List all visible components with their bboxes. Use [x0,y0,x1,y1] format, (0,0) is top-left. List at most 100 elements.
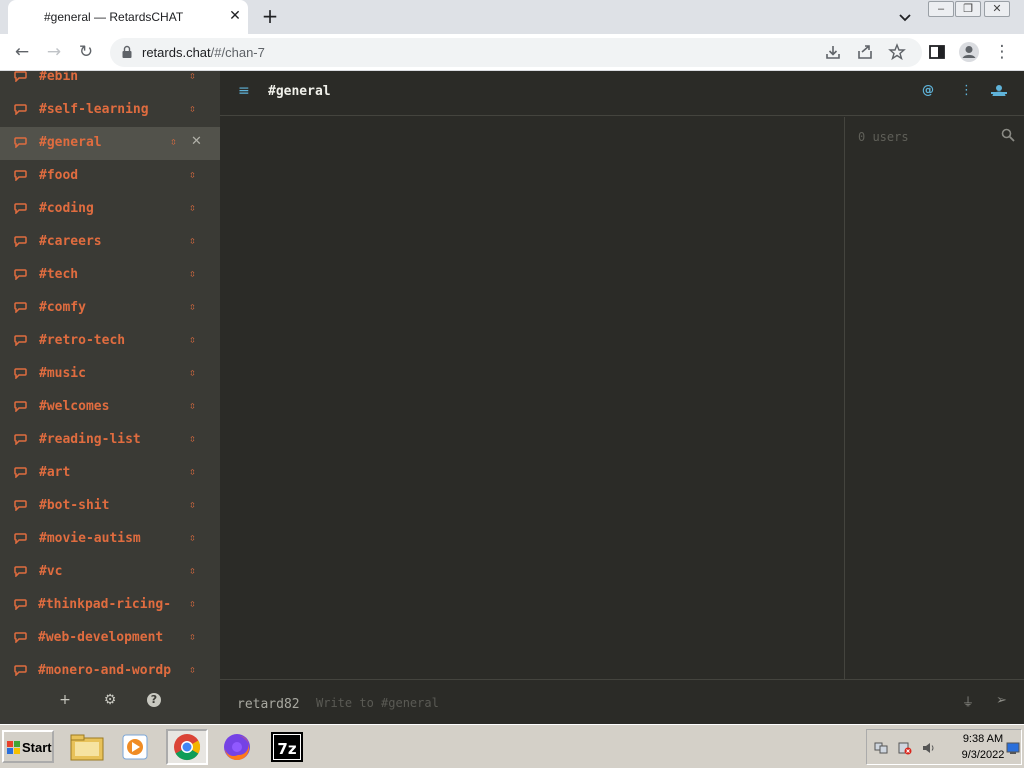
side-panel-icon[interactable] [928,43,946,61]
profile-avatar-icon[interactable] [958,41,980,63]
channel-speech-icon [14,71,27,82]
browser-tab[interactable]: #general — RetardsCHAT ✕ [8,0,248,34]
sidebar-channel-item[interactable]: #comfy ⇳ [0,292,220,325]
channel-name: #tech [39,267,79,282]
volume-icon[interactable] [922,741,936,755]
channel-settings-icon[interactable]: ⇳ [189,168,196,181]
security-alert-icon[interactable] [898,741,912,755]
svg-text:7z: 7z [277,740,296,758]
close-window-button[interactable]: ✕ [984,1,1010,17]
channel-name: #movie-autism [39,531,141,546]
start-label: Start [22,740,52,755]
sidebar-channel-item[interactable]: #welcomes ⇳ [0,391,220,424]
channel-name: #self-learning [39,102,149,117]
leave-channel-icon[interactable]: ✕ [191,134,202,149]
system-tray: 9:38 AM 9/3/2022 [866,729,1022,765]
channel-settings-icon[interactable]: ⇳ [189,71,196,82]
more-options-icon[interactable]: ⋮ [960,83,973,98]
channel-settings-icon[interactable]: ⇳ [189,399,196,412]
show-desktop-icon[interactable] [1006,741,1020,755]
own-nickname[interactable]: retard82 [237,697,300,712]
sidebar-channel-item[interactable]: #coding ⇳ [0,193,220,226]
send-icon[interactable]: ➢ [996,693,1007,708]
minimize-button[interactable]: – [928,1,954,17]
channel-settings-icon[interactable]: ⇳ [189,267,196,280]
restore-button[interactable]: ❐ [955,1,981,17]
channel-speech-icon [14,236,27,247]
channel-name: #monero-and-wordp [38,663,172,678]
sidebar-channel-item[interactable]: #vc ⇳ [0,556,220,589]
network-icon[interactable] [874,741,888,755]
sidebar-channel-item[interactable]: #retro-tech ⇳ [0,325,220,358]
clock-time[interactable]: 9:38 AM [953,733,1013,745]
settings-gear-icon[interactable]: ⚙ [102,692,118,708]
help-icon[interactable]: ? [147,693,161,707]
add-channel-button[interactable]: + [57,692,73,708]
channel-settings-icon[interactable]: ⇳ [189,333,196,346]
sidebar-channel-item[interactable]: #thinkpad-ricing- ⇳ [0,589,220,622]
channel-settings-icon[interactable]: ⇳ [189,663,196,676]
browser-tab-strip: #general — RetardsCHAT ✕ + – ❐ ✕ [0,0,1024,34]
channel-settings-icon[interactable]: ⇳ [189,564,196,577]
sidebar-toggle-icon[interactable]: ≡ [238,83,250,99]
message-input[interactable] [316,692,946,714]
channel-settings-icon[interactable]: ⇳ [189,630,196,643]
start-button[interactable]: Start [2,730,54,763]
firefox-icon[interactable] [216,729,258,765]
sidebar-channel-item[interactable]: #movie-autism ⇳ [0,523,220,556]
channel-settings-icon[interactable]: ⇳ [189,366,196,379]
channel-header: ≡ #general @ ⋮ [220,71,1024,116]
address-bar[interactable]: retards.chat/#/chan-7 [110,38,922,67]
message-composer: retard82 ⏚ ➢ [220,679,1024,724]
channel-name: #welcomes [39,399,110,414]
users-toggle-icon[interactable] [991,84,1007,98]
bookmark-star-icon[interactable] [888,43,906,61]
tab-close-icon[interactable]: ✕ [226,7,244,25]
channel-settings-icon[interactable]: ⇳ [189,102,196,115]
sidebar-channel-item[interactable]: #art ⇳ [0,457,220,490]
reload-icon[interactable]: ↻ [74,40,98,64]
channel-settings-icon[interactable]: ⇳ [189,531,196,544]
channel-settings-icon[interactable]: ⇳ [189,432,196,445]
sidebar-channel-item[interactable]: #general ⇳ ✕ [0,127,220,160]
forward-arrow-icon[interactable]: → [42,40,66,64]
chrome-taskbar-button[interactable] [166,729,208,765]
new-tab-button[interactable]: + [259,5,281,27]
file-explorer-icon[interactable] [66,729,108,765]
browser-menu-icon[interactable]: ⋮ [990,40,1014,64]
channel-speech-icon [14,137,27,148]
lock-icon [122,45,132,58]
channel-settings-icon[interactable]: ⇳ [189,465,196,478]
channel-speech-icon [14,269,27,280]
sidebar-channel-item[interactable]: #reading-list ⇳ [0,424,220,457]
channel-settings-icon[interactable]: ⇳ [189,201,196,214]
sidebar-channel-item[interactable]: #ebin ⇳ [0,71,220,94]
sidebar-channel-item[interactable]: #music ⇳ [0,358,220,391]
channel-settings-icon[interactable]: ⇳ [189,234,196,247]
channel-settings-icon[interactable]: ⇳ [170,135,177,148]
sidebar-channel-item[interactable]: #bot-shit ⇳ [0,490,220,523]
channel-speech-icon [14,401,27,412]
channel-settings-icon[interactable]: ⇳ [189,300,196,313]
clock-date[interactable]: 9/3/2022 [953,749,1013,761]
mentions-icon[interactable]: @ [922,83,934,97]
channel-name: #web-development [38,630,164,645]
user-count: 0 users [858,130,909,144]
channel-sidebar: #ebin ⇳ #self-learning ⇳ #general ⇳ ✕ #food ⇳ #co… [0,71,220,724]
channel-settings-icon[interactable]: ⇳ [189,498,196,511]
share-icon[interactable] [856,43,874,61]
sidebar-channel-item[interactable]: #food ⇳ [0,160,220,193]
sidebar-channel-item[interactable]: #self-learning ⇳ [0,94,220,127]
user-search-icon[interactable] [1001,128,1015,142]
back-arrow-icon[interactable]: ← [10,40,34,64]
attach-file-icon[interactable]: ⏚ [962,693,974,710]
sidebar-footer: + ⚙ ? [0,683,220,724]
7zip-icon[interactable]: 7z [266,729,308,765]
tab-search-chevron-icon[interactable] [896,8,914,26]
download-icon[interactable] [824,43,842,61]
media-player-icon[interactable] [114,729,156,765]
sidebar-channel-item[interactable]: #web-development ⇳ [0,622,220,655]
channel-settings-icon[interactable]: ⇳ [189,597,196,610]
sidebar-channel-item[interactable]: #careers ⇳ [0,226,220,259]
sidebar-channel-item[interactable]: #tech ⇳ [0,259,220,292]
